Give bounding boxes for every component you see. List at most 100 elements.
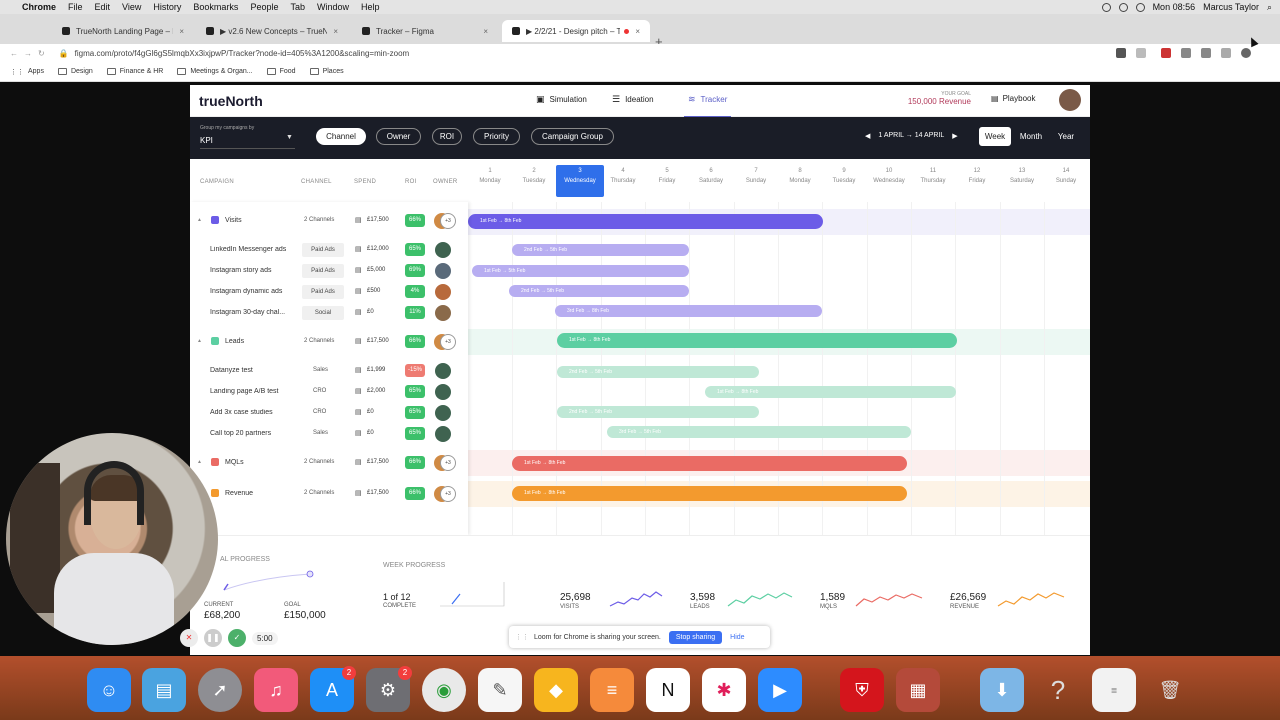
antivirus-icon[interactable]: ⛨	[840, 668, 884, 712]
gantt-bar-campaign[interactable]: 1st Feb → 5th Feb	[472, 265, 689, 277]
extension-icon[interactable]	[1181, 48, 1191, 58]
day-cell[interactable]: 4 Thursday	[601, 168, 645, 184]
chevron-right-icon[interactable]: ▶	[952, 132, 957, 140]
col-channel[interactable]: CHANNEL	[301, 179, 332, 185]
avatar[interactable]	[435, 242, 451, 258]
col-campaign[interactable]: CAMPAIGN	[200, 179, 234, 185]
drag-handle-icon[interactable]: ⋮⋮	[515, 633, 529, 641]
avatar[interactable]	[435, 263, 451, 279]
sketch-icon[interactable]: ◆	[534, 668, 578, 712]
col-roi[interactable]: ROI	[405, 179, 417, 185]
puzzle-icon[interactable]	[1201, 48, 1211, 58]
campaign-row[interactable]: Add 3x case studies CRO ▤ £0 65%	[190, 403, 468, 423]
trash-icon[interactable]: 🗑	[1148, 668, 1192, 712]
textedit-icon[interactable]: ✎	[478, 668, 522, 712]
caret-up-icon[interactable]: ▲	[197, 338, 202, 344]
group-row-leads[interactable]: ▲ Leads 2 Channels ▤ £17,500 66% +3	[190, 332, 468, 352]
owners-count[interactable]: +3	[440, 213, 456, 229]
app-logo[interactable]: trueNorth	[199, 93, 263, 109]
campaign-row[interactable]: Instagram dynamic ads Paid Ads ▤ £500 4%	[190, 282, 468, 302]
finder-icon[interactable]: ☺	[87, 668, 131, 712]
gantt-bar-leads[interactable]: 1st Feb → 8th Feb	[557, 333, 957, 348]
owners-count[interactable]: +3	[440, 334, 456, 350]
menu-people[interactable]: People	[250, 2, 278, 12]
downloads-folder-icon[interactable]: ⬇	[980, 668, 1024, 712]
campaign-row[interactable]: Landing page A/B test CRO ▤ £2,000 65%	[190, 382, 468, 402]
goal-summary[interactable]: YOUR GOAL 150,000 Revenue	[903, 91, 971, 106]
asana-icon[interactable]: ≡	[590, 668, 634, 712]
webcam-bubble[interactable]	[6, 433, 218, 645]
nav-buttons[interactable]: ←→↻	[10, 49, 51, 58]
day-cell[interactable]: 6 Saturday	[689, 168, 733, 184]
day-cell[interactable]: 12 Friday	[955, 168, 999, 184]
chevron-down-icon[interactable]: ▼	[286, 134, 293, 141]
menu-app[interactable]: Chrome	[22, 2, 56, 12]
wifi-icon[interactable]	[1118, 2, 1128, 12]
avatar[interactable]	[435, 363, 451, 379]
day-cell[interactable]: 14 Sunday	[1044, 168, 1088, 184]
chevron-left-icon[interactable]: ◀	[865, 132, 870, 140]
close-icon[interactable]: ×	[179, 27, 184, 36]
owners-count[interactable]: +3	[440, 455, 456, 471]
close-icon[interactable]: ×	[333, 27, 338, 36]
group-row-visits[interactable]: ▲ Visits 2 Channels ▤ £17,500 66% +3	[190, 211, 468, 231]
battery-icon[interactable]	[1135, 2, 1145, 12]
playbook-button[interactable]: ▤ Playbook	[991, 94, 1035, 103]
menu-file[interactable]: File	[68, 2, 83, 12]
menubar-user[interactable]: Marcus Taylor	[1203, 2, 1259, 12]
campaign-row[interactable]: Instagram story ads Paid Ads ▤ £5,000 69…	[190, 261, 468, 281]
group-row-mqls[interactable]: ▲ MQLs 2 Channels ▤ £17,500 66% +3	[190, 453, 468, 473]
menu-help[interactable]: Help	[361, 2, 380, 12]
url-text[interactable]: figma.com/proto/f4gGl6gS5lmqbXx3ixjpwP/T…	[75, 49, 410, 58]
menu-window[interactable]: Window	[317, 2, 349, 12]
gantt-bar-campaign[interactable]: 1st Feb → 8th Feb	[705, 386, 956, 398]
campaign-row[interactable]: Instagram 30-day chal... Social ▤ £0 11%	[190, 303, 468, 323]
group-by-select[interactable]: KPI	[200, 136, 213, 145]
launchpad-icon[interactable]: ➚	[198, 668, 242, 712]
menu-edit[interactable]: Edit	[95, 2, 111, 12]
campaign-row[interactable]: LinkedIn Messenger ads Paid Ads ▤ £12,00…	[190, 240, 468, 260]
gantt-bar-revenue[interactable]: 1st Feb → 8th Feb	[512, 486, 907, 501]
day-cell[interactable]: 2 Tuesday	[512, 168, 556, 184]
day-cell[interactable]: 5 Friday	[645, 168, 689, 184]
bookmark-apps[interactable]: ⋮⋮ Apps	[10, 68, 44, 76]
system-preferences-icon[interactable]: ⚙ 2	[366, 666, 412, 712]
bookmark-meetings[interactable]: Meetings & Organ...	[177, 68, 253, 75]
chrome-icon[interactable]: ◉	[422, 668, 466, 712]
view-month[interactable]: Month	[1013, 127, 1049, 146]
filter-roi[interactable]: ROI	[432, 128, 462, 145]
gantt-bar-campaign[interactable]: 2nd Feb → 5th Feb	[509, 285, 689, 297]
day-cell-today[interactable]: 3 Wednesday	[556, 165, 604, 197]
campaign-row[interactable]: Call top 20 partners Sales ▤ £0 65%	[190, 424, 468, 444]
bookmark-design[interactable]: Design	[57, 68, 93, 75]
gantt-bar-visits[interactable]: 1st Feb → 8th Feb	[468, 214, 823, 229]
gantt-bar-campaign[interactable]: 2nd Feb → 5th Feb	[557, 366, 759, 378]
help-icon[interactable]: ?	[1036, 668, 1080, 712]
extension-icon[interactable]	[1161, 48, 1171, 58]
day-cell[interactable]: 7 Sunday	[734, 168, 778, 184]
star-icon[interactable]	[1136, 48, 1146, 58]
menubar-clock[interactable]: Mon 08:56	[1153, 2, 1196, 12]
menu-view[interactable]: View	[122, 2, 141, 12]
caret-up-icon[interactable]: ▲	[197, 217, 202, 223]
col-owner[interactable]: OWNER	[433, 179, 458, 185]
avatar[interactable]	[435, 305, 451, 321]
mic-icon[interactable]	[1101, 2, 1111, 12]
gantt-bar-campaign[interactable]: 2nd Feb → 5th Feb	[512, 244, 689, 256]
gantt-bar-campaign[interactable]: 2nd Feb → 5th Feb	[557, 406, 759, 418]
menu-history[interactable]: History	[153, 2, 181, 12]
avatar[interactable]	[1059, 89, 1081, 111]
day-cell[interactable]: 11 Thursday	[911, 168, 955, 184]
col-spend[interactable]: SPEND	[354, 179, 376, 185]
spotlight-icon[interactable]: ⌕	[1267, 2, 1272, 13]
bookmark-places[interactable]: Places	[309, 68, 344, 75]
day-cell[interactable]: 8 Monday	[778, 168, 822, 184]
music-icon[interactable]: ♫	[254, 668, 298, 712]
caret-up-icon[interactable]: ▲	[197, 459, 202, 465]
filter-priority[interactable]: Priority	[473, 128, 520, 145]
hide-banner-button[interactable]: Hide	[730, 634, 744, 641]
stop-sharing-button[interactable]: Stop sharing	[668, 630, 723, 644]
group-row-revenue[interactable]: ▲ Revenue 2 Channels ▤ £17,500 66% +3	[190, 484, 468, 504]
filter-owner[interactable]: Owner	[376, 128, 421, 145]
bookmark-finance[interactable]: Finance & HR	[106, 68, 163, 75]
